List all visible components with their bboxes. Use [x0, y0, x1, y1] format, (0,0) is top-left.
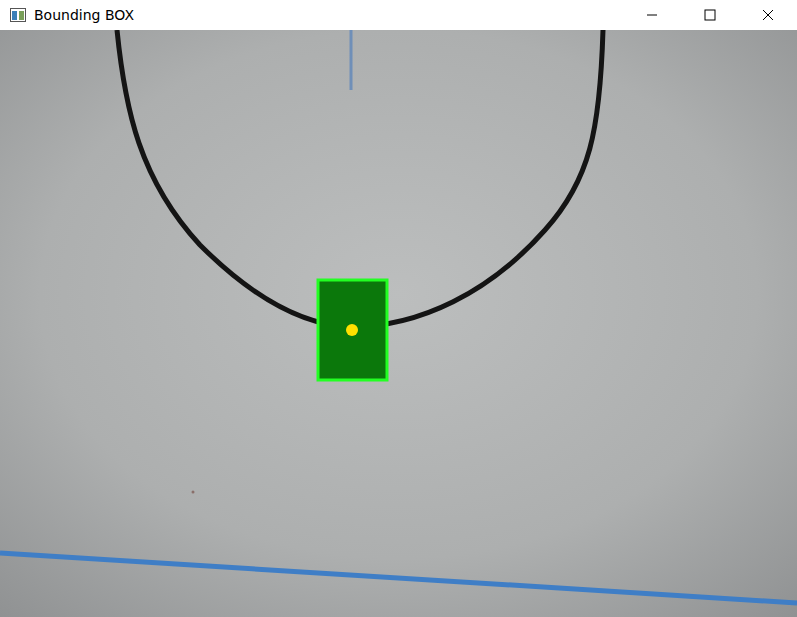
center-point	[346, 324, 358, 336]
app-window: Bounding BOX	[0, 0, 797, 617]
camera-image	[0, 30, 797, 617]
close-icon	[762, 9, 774, 21]
minimize-button[interactable]	[623, 0, 681, 30]
title-bar: Bounding BOX	[0, 0, 797, 30]
window-title: Bounding BOX	[34, 7, 615, 23]
window-controls	[623, 0, 797, 30]
minimize-icon	[646, 9, 658, 21]
blue-border-line	[0, 553, 797, 603]
maximize-button[interactable]	[681, 0, 739, 30]
bounding-box	[318, 280, 387, 380]
close-button[interactable]	[739, 0, 797, 30]
speck	[192, 491, 195, 494]
app-icon	[10, 8, 26, 22]
blue-tick-line	[350, 30, 353, 90]
maximize-icon	[704, 9, 716, 21]
camera-frame	[0, 30, 797, 617]
